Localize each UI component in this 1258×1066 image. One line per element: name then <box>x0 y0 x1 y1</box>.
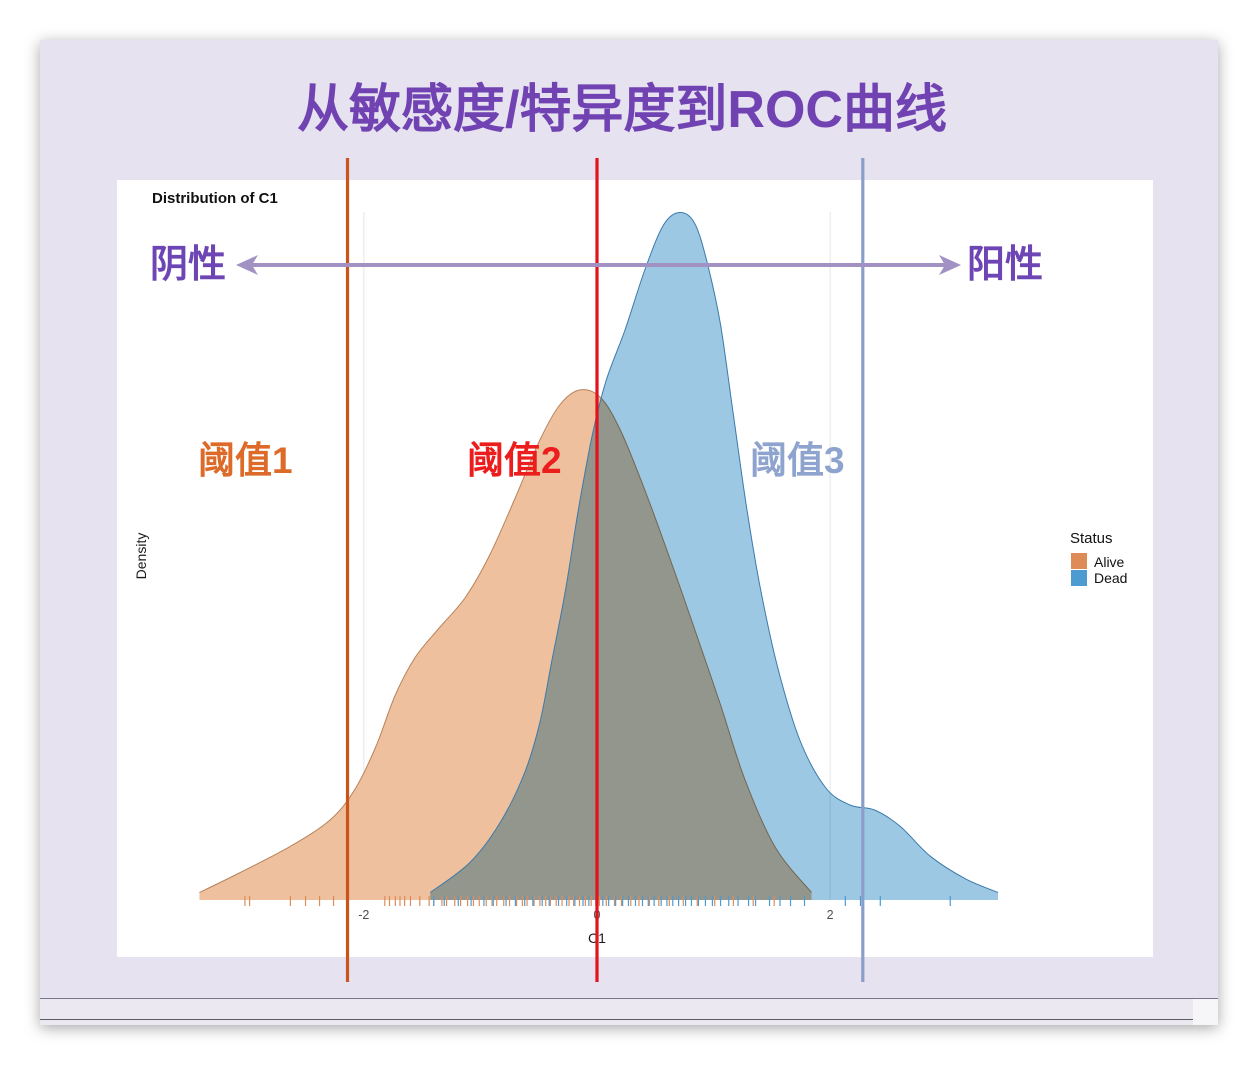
threshold-label-3: 阈值3 <box>750 440 845 481</box>
threshold-label-2: 阈值2 <box>467 440 562 481</box>
y-axis-label: Density <box>133 533 149 580</box>
chart-svg: Distribution of C1 Density -202 C1 Statu… <box>117 158 1153 982</box>
x-tick-label: 2 <box>827 908 834 922</box>
legend-swatch-alive <box>1071 553 1087 569</box>
legend-label-alive: Alive <box>1094 554 1125 570</box>
page: 从敏感度/特异度到ROC曲线 Distribution of C1 Densit… <box>0 0 1258 1066</box>
legend-title: Status <box>1070 530 1113 547</box>
negative-label: 阴性 <box>150 244 227 286</box>
legend-label-dead: Dead <box>1094 570 1127 586</box>
chart-title: Distribution of C1 <box>152 190 278 207</box>
legend-swatch-dead <box>1071 570 1087 586</box>
x-tick-label: -2 <box>358 908 369 922</box>
threshold-label-1: 阈值1 <box>198 440 293 481</box>
positive-label: 阳性 <box>967 244 1044 286</box>
